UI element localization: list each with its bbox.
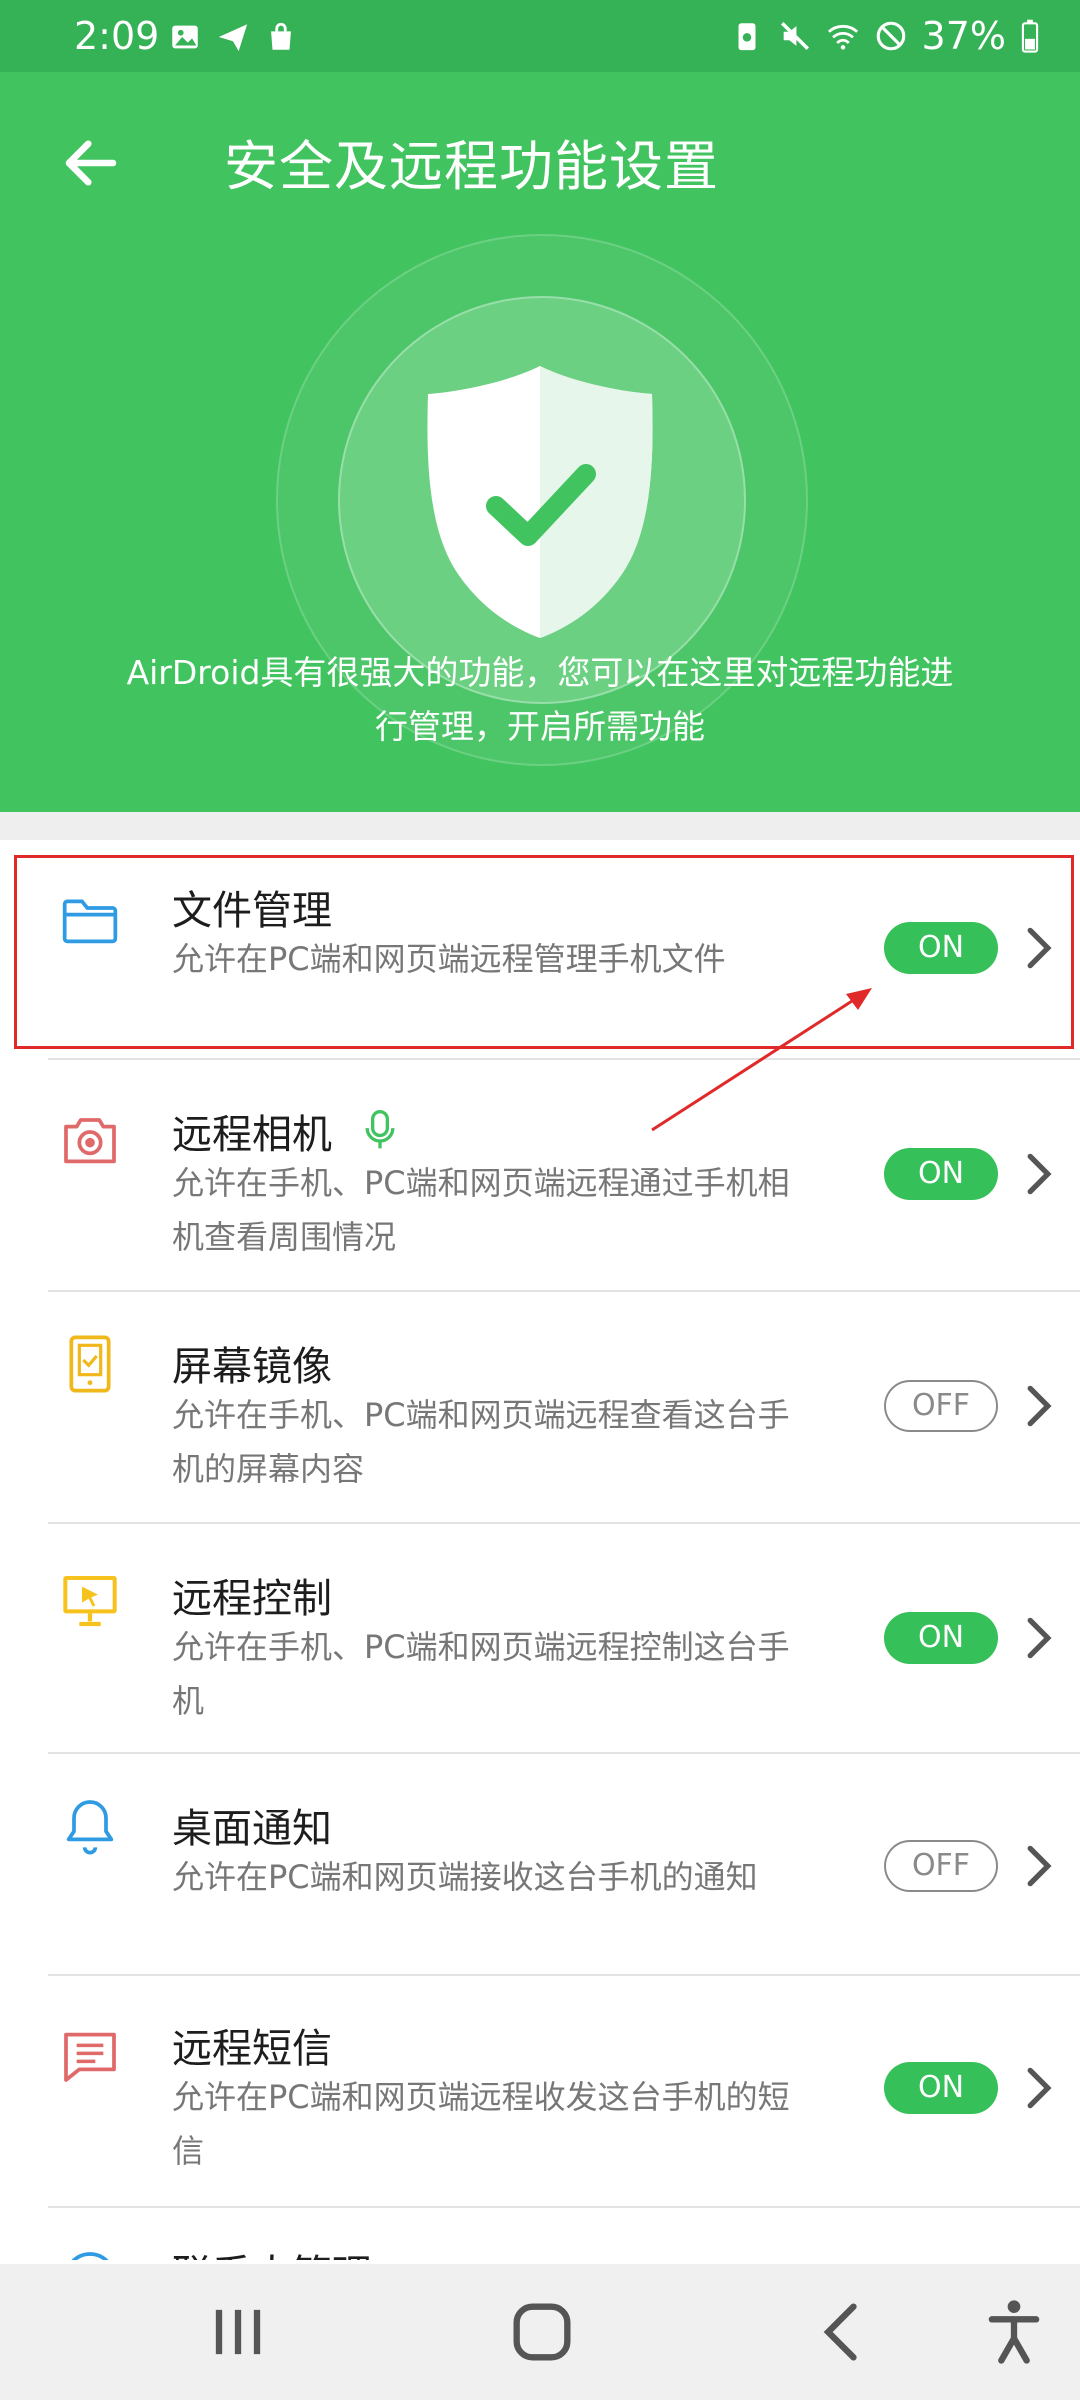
toggle-switch[interactable]: ON bbox=[884, 1148, 998, 1200]
status-time: 2:09 bbox=[74, 14, 160, 58]
section-gap bbox=[0, 812, 1080, 840]
back-nav-icon[interactable] bbox=[806, 2294, 882, 2370]
chevron-right-icon[interactable] bbox=[1024, 1152, 1054, 1196]
chevron-right-icon[interactable] bbox=[1024, 1616, 1054, 1660]
item-title: 远程短信 bbox=[172, 2026, 332, 2072]
mute-icon bbox=[780, 21, 809, 51]
do-not-disturb-icon bbox=[876, 21, 905, 51]
shield-check-icon bbox=[427, 366, 653, 638]
feature-list: 文件管理 允许在PC端和网页端远程管理手机文件 ON 远程相机 允许在手机、PC… bbox=[0, 840, 1080, 2260]
list-item-screen-mirror[interactable]: 屏幕镜像 允许在手机、PC端和网页端远程查看这台手 机的屏幕内容 OFF bbox=[0, 1292, 1080, 1524]
list-item-remote-control[interactable]: 远程控制 允许在手机、PC端和网页端远程控制这台手 机 ON bbox=[0, 1524, 1080, 1754]
microphone-icon bbox=[365, 1110, 395, 1149]
item-description: 允许在手机、PC端和网页端远程通过手机相 机查看周围情况 bbox=[172, 1164, 790, 1256]
list-item-remote-sms[interactable]: 远程短信 允许在PC端和网页端远程收发这台手机的短 信 ON bbox=[0, 1976, 1080, 2208]
battery-percent: 37% bbox=[921, 14, 1006, 58]
item-description: 允许在PC端和网页端接收这台手机的通知 bbox=[172, 1858, 758, 1896]
phone-screen-icon bbox=[69, 1335, 111, 1393]
annotation-arrow bbox=[651, 988, 872, 1132]
battery-saver-icon bbox=[738, 23, 756, 51]
contacts-icon bbox=[71, 2252, 109, 2260]
header: 安全及远程功能设置 AirDroid具有很强大的功能，您可以在这里对远程功能进 … bbox=[0, 72, 1080, 812]
navigation-bar bbox=[0, 2264, 1080, 2400]
camera-icon bbox=[64, 1118, 116, 1164]
list-item-desktop-notification[interactable]: 桌面通知 允许在PC端和网页端接收这台手机的通知 OFF bbox=[0, 1754, 1080, 1976]
chevron-right-icon[interactable] bbox=[1024, 1384, 1054, 1428]
recent-apps-icon[interactable] bbox=[200, 2294, 276, 2370]
battery-icon bbox=[1021, 19, 1039, 53]
toggle-switch[interactable]: OFF bbox=[884, 1840, 998, 1892]
page-title: 安全及远程功能设置 bbox=[224, 135, 719, 198]
list-item-remote-camera[interactable]: 远程相机 允许在手机、PC端和网页端远程通过手机相 机查看周围情况 ON bbox=[0, 1060, 1080, 1292]
item-title: 远程控制 bbox=[172, 1576, 332, 1622]
item-description: 允许在PC端和网页端远程收发这台手机的短 信 bbox=[172, 2078, 790, 2170]
bell-icon bbox=[66, 1800, 114, 1855]
toggle-switch[interactable]: ON bbox=[884, 1612, 998, 1664]
item-description: 允许在手机、PC端和网页端远程控制这台手 机 bbox=[172, 1628, 790, 1720]
header-description: AirDroid具有很强大的功能，您可以在这里对远程功能进 行管理，开启所需功能 bbox=[126, 653, 954, 746]
chevron-right-icon[interactable] bbox=[1024, 1844, 1054, 1888]
item-title: 桌面通知 bbox=[172, 1806, 332, 1852]
send-icon bbox=[218, 24, 248, 52]
toggle-switch[interactable]: OFF bbox=[884, 1380, 998, 1432]
item-description: 允许在手机、PC端和网页端远程查看这台手 机的屏幕内容 bbox=[172, 1396, 790, 1488]
wifi-icon bbox=[827, 24, 858, 50]
item-title: 联系人管理 bbox=[172, 2242, 372, 2260]
item-title: 屏幕镜像 bbox=[172, 1344, 332, 1390]
item-title: 远程相机 bbox=[172, 1112, 332, 1158]
toggle-switch[interactable]: ON bbox=[884, 2062, 998, 2114]
list-item-contacts[interactable]: 联系人管理 bbox=[0, 2208, 1080, 2260]
gallery-icon bbox=[172, 25, 198, 49]
back-arrow-icon[interactable] bbox=[58, 130, 124, 196]
message-icon bbox=[64, 2032, 116, 2082]
monitor-cursor-icon bbox=[63, 1576, 117, 1627]
chevron-right-icon[interactable] bbox=[1024, 2066, 1054, 2110]
highlight-box bbox=[14, 855, 1074, 1049]
shopping-bag-icon bbox=[271, 22, 291, 50]
home-icon[interactable] bbox=[504, 2294, 580, 2370]
accessibility-icon[interactable] bbox=[976, 2294, 1052, 2370]
status-bar: 2:09 37% bbox=[0, 0, 1080, 72]
